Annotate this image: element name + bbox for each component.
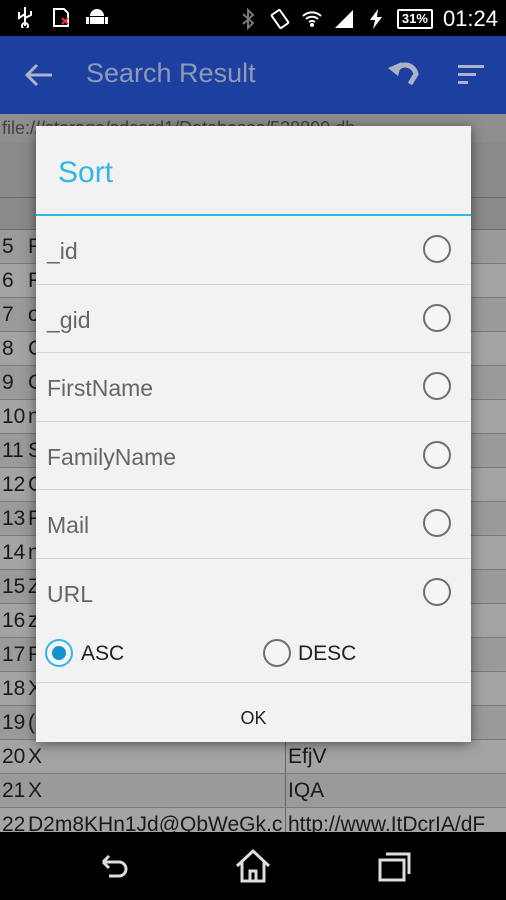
sort-option-gid[interactable]: _gid xyxy=(36,285,471,353)
sort-option-familyname[interactable]: FamilyName xyxy=(36,422,471,490)
vibrate-icon xyxy=(270,8,290,30)
radio-button[interactable] xyxy=(423,235,451,263)
clock: 01:24 xyxy=(442,6,498,31)
navigation-bar xyxy=(0,832,506,900)
page-title: Search Result xyxy=(86,58,256,88)
sort-dialog: Sort _id _gid FirstName FamilyName Mail … xyxy=(36,126,471,742)
status-bar: 31% 01:24 xyxy=(0,0,506,36)
signal-icon xyxy=(334,10,353,28)
sort-option-label: _id xyxy=(47,238,78,264)
recent-apps-icon[interactable] xyxy=(376,848,412,884)
radio-button[interactable] xyxy=(423,440,451,469)
battery-level: 31% xyxy=(396,9,433,29)
android-icon xyxy=(86,9,108,24)
wifi-icon xyxy=(302,11,322,27)
back-icon[interactable] xyxy=(95,848,131,884)
desc-radio[interactable] xyxy=(263,639,291,667)
sort-option-mail[interactable]: Mail xyxy=(36,490,471,559)
back-arrow-icon[interactable] xyxy=(22,58,56,92)
bluetooth-icon xyxy=(242,8,255,30)
radio-button[interactable] xyxy=(423,509,451,537)
asc-radio[interactable] xyxy=(45,639,73,667)
sort-option-label: FamilyName xyxy=(47,443,177,470)
sort-order-group: ASC DESC xyxy=(36,627,471,683)
dialog-title: Sort xyxy=(36,126,471,216)
no-sim-icon xyxy=(53,8,69,27)
sort-option-label: Mail xyxy=(47,512,90,538)
radio-button[interactable] xyxy=(423,577,451,606)
radio-button[interactable] xyxy=(423,303,451,332)
sort-icon[interactable] xyxy=(456,60,486,90)
sort-option-firstname[interactable]: FirstName xyxy=(36,353,471,422)
action-bar: Search Result xyxy=(0,36,506,114)
sort-option-id[interactable]: _id xyxy=(36,216,471,285)
sort-option-url[interactable]: URL xyxy=(36,559,471,628)
ok-button[interactable]: OK xyxy=(36,683,471,753)
charging-icon xyxy=(369,9,382,29)
sort-option-label: FirstName xyxy=(47,375,154,401)
home-icon[interactable] xyxy=(234,848,272,884)
usb-icon xyxy=(18,7,32,28)
asc-label[interactable]: ASC xyxy=(81,642,124,666)
sort-option-label: _gid xyxy=(47,306,91,333)
desc-label[interactable]: DESC xyxy=(298,642,356,666)
radio-button[interactable] xyxy=(423,372,451,400)
sort-option-label: URL xyxy=(47,580,94,607)
undo-icon[interactable] xyxy=(386,56,422,92)
